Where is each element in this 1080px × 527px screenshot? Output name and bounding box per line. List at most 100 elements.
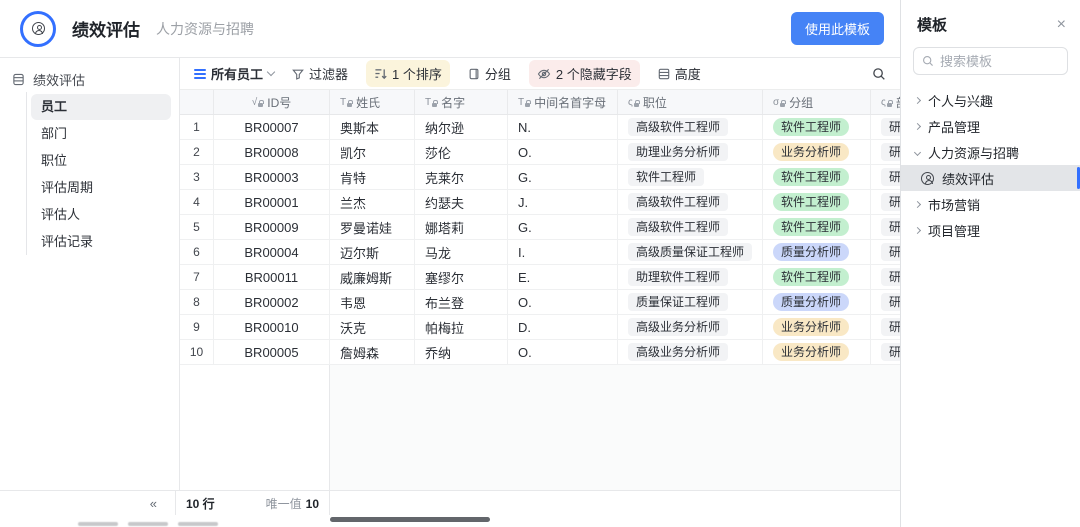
group-button[interactable]: 分组 <box>468 64 511 83</box>
cell-id[interactable]: BR00004 <box>214 240 330 264</box>
cell-group[interactable]: 软件工程师 <box>763 115 871 139</box>
cell-first-name[interactable]: 乔纳 <box>415 340 508 364</box>
hidden-fields-button[interactable]: 2 个隐藏字段 <box>528 60 640 87</box>
cell-group[interactable]: 软件工程师 <box>763 165 871 189</box>
table-row[interactable]: 3BR00003肯特克莱尔G.软件工程师软件工程师研发 <box>180 165 900 190</box>
cell-last-name[interactable]: 罗曼诺娃 <box>330 215 415 239</box>
cell-middle-initial[interactable]: E. <box>508 265 618 289</box>
cell-first-name[interactable]: 约瑟夫 <box>415 190 508 214</box>
cell-first-name[interactable]: 克莱尔 <box>415 165 508 189</box>
cell-last-name[interactable]: 奥斯本 <box>330 115 415 139</box>
category-marketing[interactable]: 市场营销 <box>901 191 1080 217</box>
cell-position[interactable]: 高级软件工程师 <box>618 190 763 214</box>
cell-id[interactable]: BR00005 <box>214 340 330 364</box>
cell-middle-initial[interactable]: O. <box>508 340 618 364</box>
cell-first-name[interactable]: 马龙 <box>415 240 508 264</box>
cell-id[interactable]: BR00003 <box>214 165 330 189</box>
cell-middle-initial[interactable]: J. <box>508 190 618 214</box>
sidebar-table-item[interactable]: 职位 <box>31 148 171 174</box>
cell-position[interactable]: 助理软件工程师 <box>618 265 763 289</box>
cell-position[interactable]: 软件工程师 <box>618 165 763 189</box>
header-group[interactable]: σ 分组 <box>763 90 871 114</box>
cell-middle-initial[interactable]: O. <box>508 290 618 314</box>
template-search-box[interactable] <box>913 47 1068 75</box>
cell-last-name[interactable]: 兰杰 <box>330 190 415 214</box>
cell-position[interactable]: 高级软件工程师 <box>618 115 763 139</box>
cell-department[interactable]: 研发 <box>871 115 900 139</box>
cell-position[interactable]: 助理业务分析师 <box>618 140 763 164</box>
header-department[interactable]: ς 部门 <box>871 90 900 114</box>
cell-first-name[interactable]: 帕梅拉 <box>415 315 508 339</box>
category-hr-recruiting[interactable]: 人力资源与招聘 <box>901 139 1080 165</box>
table-row[interactable]: 10BR00005詹姆森乔纳O.高级业务分析师业务分析师研发 <box>180 340 900 365</box>
cell-first-name[interactable]: 娜塔莉 <box>415 215 508 239</box>
cell-middle-initial[interactable]: G. <box>508 215 618 239</box>
cell-middle-initial[interactable]: G. <box>508 165 618 189</box>
search-button[interactable] <box>872 67 886 81</box>
cell-middle-initial[interactable]: D. <box>508 315 618 339</box>
table-row[interactable]: 1BR00007奥斯本纳尔逊N.高级软件工程师软件工程师研发 <box>180 115 900 140</box>
template-item-performance-review[interactable]: 绩效评估 <box>901 165 1080 191</box>
cell-group[interactable]: 软件工程师 <box>763 265 871 289</box>
cell-department[interactable]: 研发 <box>871 140 900 164</box>
cell-group[interactable]: 质量分析师 <box>763 290 871 314</box>
header-middle-initial[interactable]: T 中间名首字母 <box>508 90 618 114</box>
cell-department[interactable]: 研发 <box>871 265 900 289</box>
close-icon[interactable]: × <box>1057 16 1066 33</box>
cell-last-name[interactable]: 詹姆森 <box>330 340 415 364</box>
table-row[interactable]: 5BR00009罗曼诺娃娜塔莉G.高级软件工程师软件工程师研发 <box>180 215 900 240</box>
collapse-sidebar-button[interactable]: « <box>0 491 176 515</box>
cell-id[interactable]: BR00007 <box>214 115 330 139</box>
cell-department[interactable]: 研发 <box>871 340 900 364</box>
cell-middle-initial[interactable]: O. <box>508 140 618 164</box>
cell-first-name[interactable]: 纳尔逊 <box>415 115 508 139</box>
unique-count[interactable]: 唯一值 10 <box>266 495 319 512</box>
table-row[interactable]: 8BR00002韦恩布兰登O.质量保证工程师质量分析师研发 <box>180 290 900 315</box>
cell-id[interactable]: BR00008 <box>214 140 330 164</box>
cell-id[interactable]: BR00002 <box>214 290 330 314</box>
table-row[interactable]: 9BR00010沃克帕梅拉D.高级业务分析师业务分析师研发 <box>180 315 900 340</box>
table-row[interactable]: 6BR00004迈尔斯马龙I.高级质量保证工程师质量分析师研发 <box>180 240 900 265</box>
cell-last-name[interactable]: 威廉姆斯 <box>330 265 415 289</box>
cell-position[interactable]: 高级业务分析师 <box>618 315 763 339</box>
header-last-name[interactable]: T 姓氏 <box>330 90 415 114</box>
cell-last-name[interactable]: 凯尔 <box>330 140 415 164</box>
sidebar-table-item[interactable]: 评估周期 <box>31 175 171 201</box>
cell-department[interactable]: 研发 <box>871 240 900 264</box>
cell-id[interactable]: BR00010 <box>214 315 330 339</box>
cell-department[interactable]: 研发 <box>871 165 900 189</box>
use-template-button[interactable]: 使用此模板 <box>790 12 884 45</box>
sidebar-table-item[interactable]: 评估人 <box>31 202 171 228</box>
cell-position[interactable]: 质量保证工程师 <box>618 290 763 314</box>
cell-first-name[interactable]: 莎伦 <box>415 140 508 164</box>
cell-department[interactable]: 研发 <box>871 290 900 314</box>
table-row[interactable]: 2BR00008凯尔莎伦O.助理业务分析师业务分析师研发 <box>180 140 900 165</box>
header-id[interactable]: √ ID号 <box>214 90 330 114</box>
cell-id[interactable]: BR00001 <box>214 190 330 214</box>
cell-group[interactable]: 软件工程师 <box>763 190 871 214</box>
cell-id[interactable]: BR00009 <box>214 215 330 239</box>
template-search-input[interactable] <box>940 53 1059 69</box>
cell-group[interactable]: 业务分析师 <box>763 140 871 164</box>
cell-position[interactable]: 高级质量保证工程师 <box>618 240 763 264</box>
sidebar-root-base[interactable]: 绩效评估 <box>0 66 179 92</box>
cell-group[interactable]: 业务分析师 <box>763 340 871 364</box>
cell-middle-initial[interactable]: I. <box>508 240 618 264</box>
cell-position[interactable]: 高级软件工程师 <box>618 215 763 239</box>
horizontal-scrollbar-thumb[interactable] <box>330 517 490 522</box>
view-switcher[interactable]: 所有员工 <box>194 64 276 83</box>
sidebar-table-item[interactable]: 评估记录 <box>31 229 171 255</box>
sidebar-table-item[interactable]: 部门 <box>31 121 171 147</box>
cell-last-name[interactable]: 韦恩 <box>330 290 415 314</box>
cell-last-name[interactable]: 沃克 <box>330 315 415 339</box>
table-row[interactable]: 7BR00011威廉姆斯塞缪尔E.助理软件工程师软件工程师研发 <box>180 265 900 290</box>
cell-first-name[interactable]: 布兰登 <box>415 290 508 314</box>
header-first-name[interactable]: T 名字 <box>415 90 508 114</box>
cell-group[interactable]: 质量分析师 <box>763 240 871 264</box>
category-product-management[interactable]: 产品管理 <box>901 113 1080 139</box>
category-personal-interests[interactable]: 个人与兴趣 <box>901 87 1080 113</box>
category-project-management[interactable]: 项目管理 <box>901 217 1080 243</box>
table-row[interactable]: 4BR00001兰杰约瑟夫J.高级软件工程师软件工程师研发 <box>180 190 900 215</box>
cell-first-name[interactable]: 塞缪尔 <box>415 265 508 289</box>
cell-group[interactable]: 业务分析师 <box>763 315 871 339</box>
